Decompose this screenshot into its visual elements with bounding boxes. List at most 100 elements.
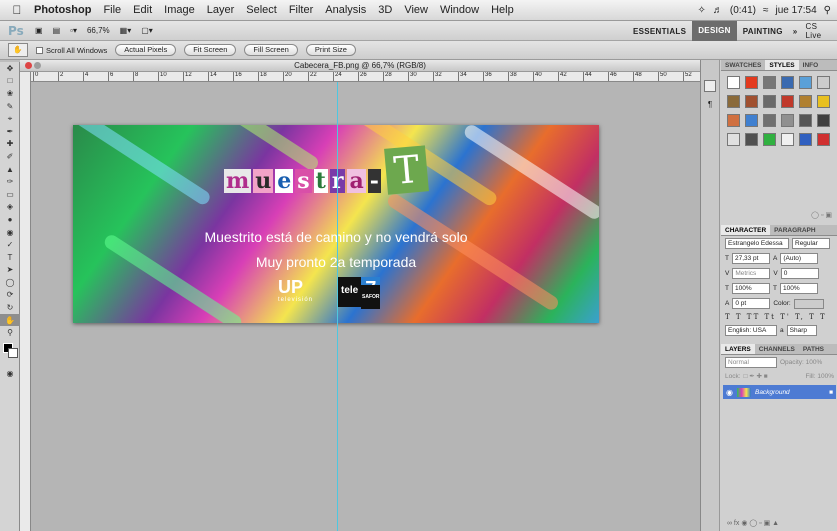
menu-select[interactable]: Select — [240, 4, 283, 16]
style-swatch[interactable] — [799, 133, 812, 146]
launch-bridge-icon[interactable]: ▣ — [35, 26, 43, 35]
dodge-tool-icon[interactable]: ◉ — [0, 226, 20, 239]
style-swatch[interactable] — [727, 76, 740, 89]
type-tool-icon[interactable]: T — [0, 251, 20, 264]
font-size-field[interactable]: 27,33 pt — [731, 253, 770, 264]
paint-bucket-tool-icon[interactable]: ◈ — [0, 201, 20, 214]
style-swatch[interactable] — [745, 133, 758, 146]
font-style-select[interactable]: Regular — [792, 238, 830, 249]
cs-live-button[interactable]: CS Live — [802, 22, 837, 40]
pen-tool-icon[interactable]: ✓ — [0, 238, 20, 251]
spotlight-icon[interactable]: ⚲ — [824, 5, 831, 16]
menu-3d[interactable]: 3D — [372, 4, 398, 16]
menu-file[interactable]: File — [97, 4, 127, 16]
style-swatch[interactable] — [763, 95, 776, 108]
lock-icons[interactable]: □ ✒ ✚ ■ — [744, 372, 768, 380]
healing-brush-tool-icon[interactable]: ✚ — [0, 138, 20, 151]
styles-footer-icons[interactable]: ◯ ▫ ▣ — [721, 211, 837, 219]
banner-image[interactable]: m u e s t r a - T Muestrito está de cami… — [73, 125, 599, 323]
clock[interactable]: jue 17:54 — [776, 5, 817, 16]
3d-rotate-tool-icon[interactable]: ⟳ — [0, 289, 20, 302]
tab-channels[interactable]: CHANNELS — [755, 344, 799, 354]
clone-stamp-tool-icon[interactable]: ▲ — [0, 163, 20, 176]
style-swatch[interactable] — [781, 133, 794, 146]
language-select[interactable]: English: USA — [725, 325, 777, 336]
arrange-docs-icon[interactable]: ▦▾ — [120, 26, 132, 35]
tab-styles[interactable]: STYLES — [765, 60, 799, 70]
style-swatch[interactable] — [817, 114, 830, 127]
workspace-painting[interactable]: PAINTING — [737, 27, 789, 36]
layers-footer-icons[interactable]: ∞ fx ◉ ◯ ▫ ▣ ▲ — [727, 519, 779, 527]
3d-orbit-tool-icon[interactable]: ↻ — [0, 301, 20, 314]
volume-icon[interactable]: ♬ — [713, 5, 723, 16]
style-swatch[interactable] — [817, 76, 830, 89]
eraser-tool-icon[interactable]: ▭ — [0, 188, 20, 201]
menu-help[interactable]: Help — [485, 4, 520, 16]
fill-screen-button[interactable]: Fill Screen — [244, 44, 298, 56]
hand-tool-preset-icon[interactable]: ✋ — [8, 43, 28, 57]
text-style-buttons[interactable]: T T TT Tt T' T, T T — [721, 311, 837, 323]
style-swatch[interactable] — [781, 76, 794, 89]
style-swatch[interactable] — [817, 95, 830, 108]
hand-tool-icon[interactable]: ✋ — [0, 313, 20, 327]
style-swatch[interactable] — [763, 114, 776, 127]
baseline-field[interactable]: 0 pt — [732, 298, 771, 309]
vertical-guide[interactable] — [337, 82, 338, 531]
style-swatch[interactable] — [745, 114, 758, 127]
menu-view[interactable]: View — [398, 4, 434, 16]
kerning-field[interactable]: Metrics — [732, 268, 771, 279]
style-swatch[interactable] — [781, 95, 794, 108]
magic-wand-status-icon[interactable]: ✧ — [698, 5, 706, 16]
eyedropper-tool-icon[interactable]: ✒ — [0, 125, 20, 138]
history-brush-tool-icon[interactable]: ✑ — [0, 175, 20, 188]
workspace-essentials[interactable]: ESSENTIALS — [627, 27, 692, 36]
workspace-design[interactable]: DESIGN — [692, 21, 737, 41]
crop-tool-icon[interactable]: ⌖ — [0, 112, 20, 125]
style-swatch[interactable] — [781, 114, 794, 127]
move-tool-icon[interactable]: ✥ — [0, 62, 20, 75]
marquee-tool-icon[interactable]: □ — [0, 75, 20, 88]
launch-minibridge-icon[interactable]: ▤ — [53, 26, 61, 35]
background-color[interactable] — [8, 348, 18, 359]
horizontal-scale-field[interactable]: 100% — [779, 283, 818, 294]
path-select-tool-icon[interactable]: ➤ — [0, 264, 20, 277]
brush-tool-icon[interactable]: ✐ — [0, 150, 20, 163]
menu-filter[interactable]: Filter — [283, 4, 319, 16]
close-window-icon[interactable] — [25, 62, 32, 69]
layer-row-background[interactable]: ◉ Background ■ — [723, 385, 836, 399]
battery-indicator[interactable]: (0:41) — [730, 5, 756, 16]
scroll-all-checkbox[interactable] — [36, 46, 43, 54]
tab-paths[interactable]: PATHS — [799, 344, 828, 354]
antialias-select[interactable]: Sharp — [786, 325, 817, 336]
tab-layers[interactable]: LAYERS — [721, 344, 755, 354]
actual-pixels-button[interactable]: Actual Pixels — [115, 44, 177, 56]
screen-mode-icon[interactable]: ▢▾ — [141, 26, 153, 35]
minimize-window-icon[interactable] — [34, 62, 41, 69]
menu-layer[interactable]: Layer — [201, 4, 241, 16]
quick-select-tool-icon[interactable]: ✎ — [0, 100, 20, 113]
quick-mask-icon[interactable]: ◉ — [0, 367, 20, 380]
print-size-button[interactable]: Print Size — [305, 44, 356, 56]
shape-tool-icon[interactable]: ◯ — [0, 276, 20, 289]
tab-paragraph[interactable]: PARAGRAPH — [770, 225, 819, 235]
tab-swatches[interactable]: SWATCHES — [721, 60, 765, 70]
zoom-level[interactable]: 66,7% — [87, 26, 110, 35]
fill-field[interactable]: Fill: 100% — [805, 373, 834, 380]
style-swatch[interactable] — [799, 95, 812, 108]
menu-image[interactable]: Image — [158, 4, 201, 16]
blur-tool-icon[interactable]: ● — [0, 213, 20, 226]
vertical-ruler[interactable] — [20, 72, 31, 531]
style-swatch[interactable] — [763, 133, 776, 146]
wifi-icon[interactable]: ≈ — [763, 5, 769, 16]
style-swatch[interactable] — [745, 76, 758, 89]
leading-field[interactable]: (Auto) — [780, 253, 819, 264]
tracking-field[interactable]: 0 — [780, 268, 819, 279]
horizontal-ruler[interactable]: 0 2 4 6 8 10 12 14 16 18 20 22 24 26 28 30 32 34 36 38 40 42 4… — [31, 72, 700, 82]
more-workspaces-button[interactable]: » — [789, 27, 802, 36]
style-swatch[interactable] — [799, 76, 812, 89]
extras-icon[interactable]: ▫▾ — [70, 26, 77, 35]
style-swatch[interactable] — [727, 95, 740, 108]
menu-edit[interactable]: Edit — [127, 4, 158, 16]
font-family-select[interactable]: Estrangelo Edessa — [725, 238, 789, 249]
menu-window[interactable]: Window — [434, 4, 485, 16]
